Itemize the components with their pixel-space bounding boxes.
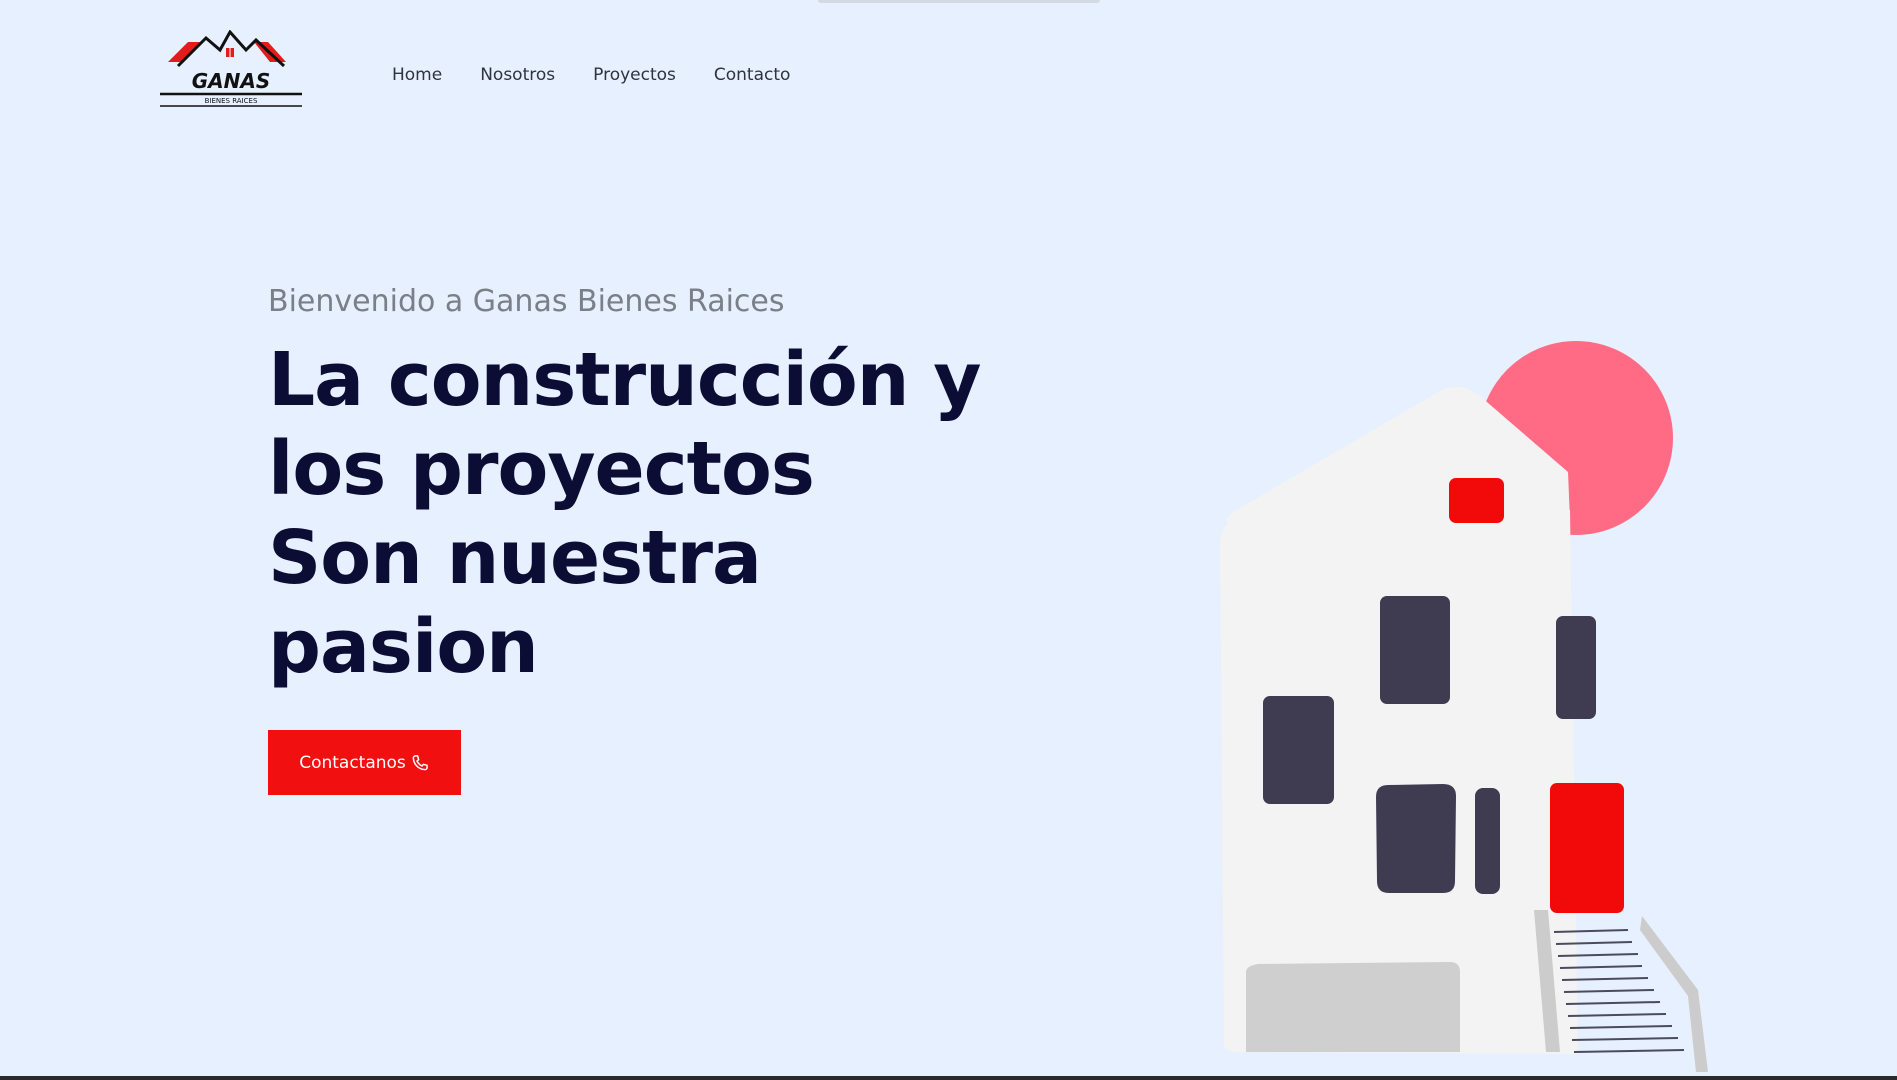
contact-button-label: Contactanos xyxy=(299,752,406,773)
nav-item-home[interactable]: Home xyxy=(392,63,442,87)
house-illustration xyxy=(1220,341,1708,1072)
headline-line-4: pasion xyxy=(268,604,539,690)
contact-button[interactable]: Contactanos xyxy=(268,730,461,795)
hero-welcome-text: Bienvenido a Ganas Bienes Raices xyxy=(268,284,785,319)
window xyxy=(1556,616,1596,719)
headline-line-1: La construcción y xyxy=(268,337,981,423)
garage xyxy=(1246,962,1460,1052)
ganas-logo[interactable]: GANAS BIENES RAICES xyxy=(158,30,304,108)
hero-headline: La construcción y los proyectos Son nues… xyxy=(268,336,1048,692)
window xyxy=(1376,784,1456,893)
bottom-strip xyxy=(0,1076,1897,1080)
stair-rail-right xyxy=(1640,916,1708,1072)
headline-line-2: los proyectos xyxy=(268,426,815,512)
main-nav: Home Nosotros Proyectos Contacto xyxy=(392,63,790,87)
logo-text: GANAS xyxy=(192,69,271,93)
window xyxy=(1380,596,1450,704)
window xyxy=(1263,696,1334,804)
attic-window xyxy=(1449,478,1504,523)
hero-section: Bienvenido a Ganas Bienes Raices La cons… xyxy=(268,282,1048,692)
nav-item-proyectos[interactable]: Proyectos xyxy=(593,63,676,87)
window xyxy=(1475,788,1500,894)
site-header: GANAS BIENES RAICES Home Nosotros Proyec… xyxy=(0,0,1897,150)
front-door xyxy=(1550,783,1624,913)
phone-icon xyxy=(412,754,428,770)
nav-item-contacto[interactable]: Contacto xyxy=(714,63,791,87)
nav-item-nosotros[interactable]: Nosotros xyxy=(480,63,555,87)
logo-subtext: BIENES RAICES xyxy=(205,97,258,105)
headline-line-3: Son nuestra xyxy=(268,515,762,601)
